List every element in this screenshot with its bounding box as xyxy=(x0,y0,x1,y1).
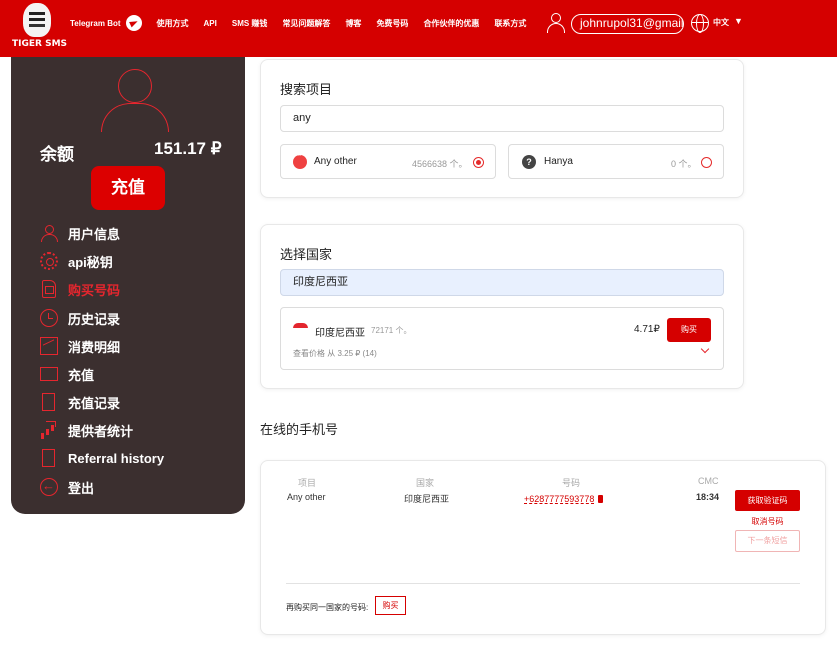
top-header: TIGER SMS Telegram Bot 使用方式 API SMS 赚钱 常… xyxy=(0,0,837,57)
user-icon[interactable] xyxy=(546,13,565,33)
document-icon xyxy=(42,393,55,411)
sidebar-item-logout[interactable]: 登出 xyxy=(40,477,230,497)
chart-icon xyxy=(40,337,58,355)
telegram-icon xyxy=(125,15,142,31)
sidebar-item-history[interactable]: 历史记录 xyxy=(40,308,230,328)
search-input[interactable]: any xyxy=(280,105,724,132)
question-icon: ? xyxy=(522,155,536,169)
column-header-number: 号码 xyxy=(562,478,581,488)
row-country: 印度尼西亚 xyxy=(404,494,450,504)
service-count: 4566638 个。 xyxy=(412,159,468,169)
indonesia-flag-icon xyxy=(293,323,308,333)
buy-button[interactable]: 购买 xyxy=(667,318,711,342)
topup-button[interactable]: 充值 xyxy=(91,166,165,210)
row-project: Any other xyxy=(287,492,326,502)
cancel-number-link[interactable]: 取消号码 xyxy=(735,516,800,527)
main-nav: Telegram Bot 使用方式 API SMS 赚钱 常见问题解答 博客 免… xyxy=(70,0,541,46)
sidebar: 余额 151.17 ₽ 充值 用户信息 api秘钥 购买号码 历史记录 消费明细… xyxy=(11,57,245,514)
service-option-hanya[interactable]: ? Hanya 0 个。 xyxy=(508,144,724,179)
nav-earn-sms[interactable]: SMS 赚钱 xyxy=(232,18,268,29)
sidebar-item-referral-history[interactable]: Referral history xyxy=(40,448,230,468)
user-icon xyxy=(40,224,58,242)
select-country-title: 选择国家 xyxy=(280,247,333,262)
nav-api[interactable]: API xyxy=(204,19,217,28)
sidebar-item-topup[interactable]: 充值 xyxy=(40,364,230,384)
phone-number-link[interactable]: +6287777593778 xyxy=(524,494,594,504)
next-sms-button[interactable]: 下一条短信 xyxy=(735,530,800,552)
avatar-icon xyxy=(101,69,169,132)
country-count: 72171 个。 xyxy=(371,326,412,335)
column-header-project: 项目 xyxy=(298,478,317,488)
select-country-card: 选择国家 印度尼西亚 印度尼西亚 72171 个。 4.71₽ 购买 查看价格 … xyxy=(260,224,744,389)
search-project-card: 搜索项目 any Any other 4566638 个。 ? Hanya 0 … xyxy=(260,59,744,198)
caret-down-icon[interactable]: ▼ xyxy=(734,16,743,26)
nav-contacts[interactable]: 联系方式 xyxy=(494,18,526,29)
service-option-any-other[interactable]: Any other 4566638 个。 xyxy=(280,144,496,179)
logout-icon xyxy=(40,477,58,496)
screen-icon xyxy=(40,367,58,381)
service-name: Hanya xyxy=(544,156,573,167)
bar-chart-icon xyxy=(40,421,58,439)
service-radio[interactable] xyxy=(701,157,712,168)
chevron-down-icon[interactable] xyxy=(700,344,710,354)
country-price: 4.71₽ xyxy=(634,324,660,335)
column-header-sms: CMC xyxy=(698,476,719,486)
service-name: Any other xyxy=(314,156,357,167)
nav-free-numbers[interactable]: 免费号码 xyxy=(376,18,408,29)
clock-icon xyxy=(40,309,58,327)
service-radio-selected[interactable] xyxy=(473,157,484,168)
sim-card-icon xyxy=(42,280,56,298)
language-selector[interactable]: 中文 xyxy=(713,17,729,28)
document-icon xyxy=(42,449,55,467)
sidebar-item-api-key[interactable]: api秘钥 xyxy=(40,251,230,271)
nav-how-to-use[interactable]: 使用方式 xyxy=(157,18,189,29)
get-code-button[interactable]: 获取验证码 xyxy=(735,490,800,511)
account-button[interactable]: johnrupol31@gmail.com xyxy=(571,14,684,34)
tiger-sms-logo[interactable]: TIGER SMS xyxy=(10,3,68,53)
country-row-indonesia[interactable]: 印度尼西亚 72171 个。 4.71₽ 购买 查看价格 从 3.25 ₽ (1… xyxy=(280,307,724,370)
balance-label: 余额 xyxy=(40,145,74,164)
rebuy-button[interactable]: 购买 xyxy=(375,596,406,615)
nav-telegram-bot[interactable]: Telegram Bot xyxy=(70,15,142,31)
sidebar-item-spending[interactable]: 消费明细 xyxy=(40,336,230,356)
online-numbers-title: 在线的手机号 xyxy=(260,422,339,437)
sidebar-item-user-info[interactable]: 用户信息 xyxy=(40,223,230,243)
globe-icon[interactable] xyxy=(691,14,709,33)
nav-blog[interactable]: 博客 xyxy=(345,18,361,29)
row-number[interactable]: +6287777593778 xyxy=(524,494,604,504)
copy-icon[interactable] xyxy=(598,495,604,503)
price-hint[interactable]: 查看价格 从 3.25 ₽ (14) xyxy=(293,348,377,359)
sidebar-item-buy-number[interactable]: 购买号码 xyxy=(40,279,230,299)
divider xyxy=(286,583,800,584)
balance-value: 151.17 ₽ xyxy=(154,139,222,158)
rebuy-label: 再购买同一国家的号码: xyxy=(286,603,369,612)
online-numbers-card: 项目 国家 号码 CMC Any other 印度尼西亚 +6287777593… xyxy=(260,460,826,635)
gear-icon xyxy=(40,252,58,270)
tiger-logo-icon xyxy=(23,3,51,37)
nav-faq[interactable]: 常见问题解答 xyxy=(282,18,330,29)
country-name: 印度尼西亚 xyxy=(315,328,365,339)
search-project-title: 搜索项目 xyxy=(280,82,333,97)
column-header-country: 国家 xyxy=(416,478,435,488)
sidebar-item-topup-history[interactable]: 充值记录 xyxy=(40,392,230,412)
more-dots-icon xyxy=(293,152,307,169)
row-time: 18:34 xyxy=(696,492,720,502)
brand-name: TIGER SMS xyxy=(12,39,68,49)
service-count: 0 个。 xyxy=(671,159,697,169)
country-search-input[interactable]: 印度尼西亚 xyxy=(280,269,724,296)
sidebar-item-provider-stats[interactable]: 提供者统计 xyxy=(40,420,230,440)
nav-partner-offers[interactable]: 合作伙伴的优惠 xyxy=(423,18,479,29)
